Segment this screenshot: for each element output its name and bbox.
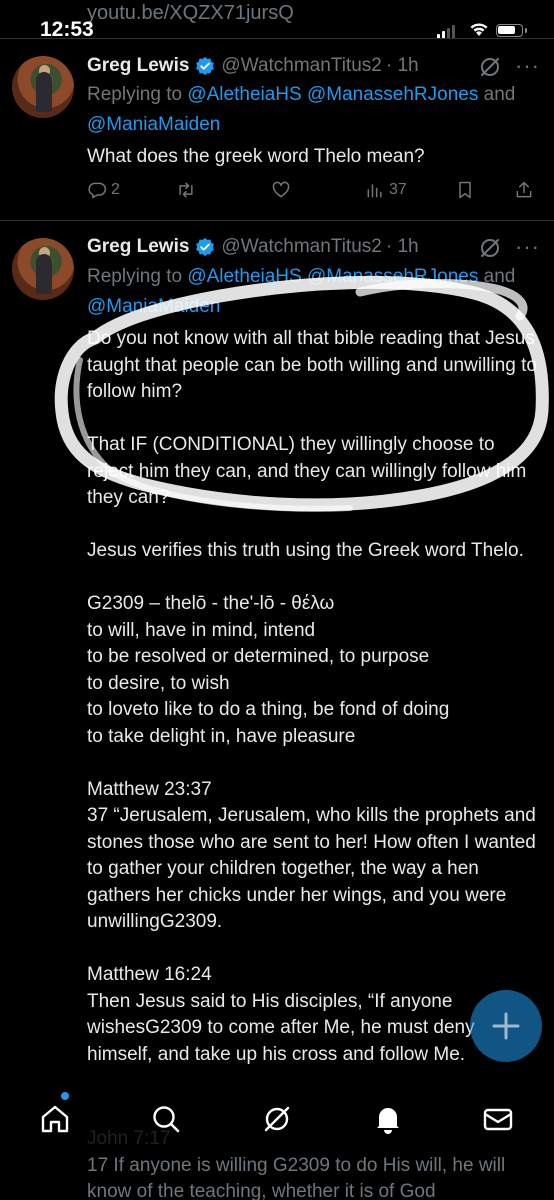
replying-prefix: Replying to xyxy=(87,84,188,105)
grok-icon[interactable] xyxy=(478,236,502,260)
views-icon xyxy=(367,184,382,198)
status-bar: youtu.be/XQZX71jursQ 12:53 xyxy=(0,0,554,48)
heart-icon xyxy=(272,181,290,198)
author-handle[interactable]: @WatchmanTitus2 xyxy=(221,55,381,77)
avatar[interactable] xyxy=(12,238,74,300)
like-button[interactable] xyxy=(271,180,295,200)
mention-link[interactable]: @AletheiaHS xyxy=(187,84,301,105)
search-icon[interactable] xyxy=(149,1102,183,1136)
mention-link[interactable]: @ManassehRJones xyxy=(307,84,478,105)
home-icon[interactable] xyxy=(38,1102,72,1136)
bookmark-icon xyxy=(459,181,471,199)
plus-icon xyxy=(492,1012,520,1040)
tweet-time: · 1h xyxy=(385,55,419,76)
mention-link[interactable]: @ManiaMaiden xyxy=(87,296,220,317)
author-name[interactable]: Greg Lewis xyxy=(87,236,189,258)
compose-button[interactable] xyxy=(470,990,542,1062)
more-options-icon[interactable]: ··· xyxy=(515,234,540,260)
tweet-body: What does the greek word Thelo mean? xyxy=(87,146,425,167)
and-word: and xyxy=(483,266,516,287)
cellular-signal-icon xyxy=(437,25,455,39)
author-handle[interactable]: @WatchmanTitus2 xyxy=(221,236,381,258)
tweet-body: Do you not know with all that bible read… xyxy=(87,328,537,1065)
bottom-nav xyxy=(0,1082,554,1152)
avatar[interactable] xyxy=(12,56,74,118)
verified-badge-icon xyxy=(196,237,215,257)
share-icon xyxy=(516,181,532,198)
verified-badge-icon xyxy=(196,56,215,76)
reply-button[interactable]: 2 xyxy=(87,180,120,200)
bell-icon[interactable] xyxy=(371,1102,405,1136)
view-count: 37 xyxy=(389,181,407,198)
tweet-time: · 1h xyxy=(385,236,419,257)
author-name[interactable]: Greg Lewis xyxy=(87,55,189,77)
divider xyxy=(0,38,554,39)
replying-to: Replying to @AletheiaHS @ManassehRJones … xyxy=(87,262,527,322)
reply-icon xyxy=(88,182,107,199)
mention-link[interactable]: @AletheiaHS xyxy=(187,266,301,287)
battery-icon xyxy=(496,24,527,37)
grok-icon[interactable] xyxy=(478,55,502,79)
previous-tweet-link[interactable]: youtu.be/XQZX71jursQ xyxy=(87,2,294,25)
share-button[interactable] xyxy=(514,180,534,200)
notification-dot xyxy=(61,1092,69,1100)
retweet-icon xyxy=(179,182,193,198)
tweet-header: Greg Lewis @WatchmanTitus2 · 1h xyxy=(87,52,419,80)
divider xyxy=(0,220,554,221)
and-word: and xyxy=(483,84,516,105)
wifi-icon xyxy=(470,23,488,36)
mention-link[interactable]: @ManiaMaiden xyxy=(87,114,220,135)
tweet-actions: 2 37 xyxy=(87,180,532,210)
mail-icon[interactable] xyxy=(481,1102,515,1136)
mention-link[interactable]: @ManassehRJones xyxy=(307,266,478,287)
replying-to: Replying to @AletheiaHS @ManassehRJones … xyxy=(87,80,527,140)
tweet-header: Greg Lewis @WatchmanTitus2 · 1h xyxy=(87,233,419,261)
views-button[interactable]: 37 xyxy=(365,180,407,200)
more-options-icon[interactable]: ··· xyxy=(515,53,540,79)
retweet-button[interactable] xyxy=(175,180,201,200)
reply-count: 2 xyxy=(111,181,120,198)
grok-icon[interactable] xyxy=(260,1102,294,1136)
bookmark-button[interactable] xyxy=(455,180,475,200)
replying-prefix: Replying to xyxy=(87,266,188,287)
